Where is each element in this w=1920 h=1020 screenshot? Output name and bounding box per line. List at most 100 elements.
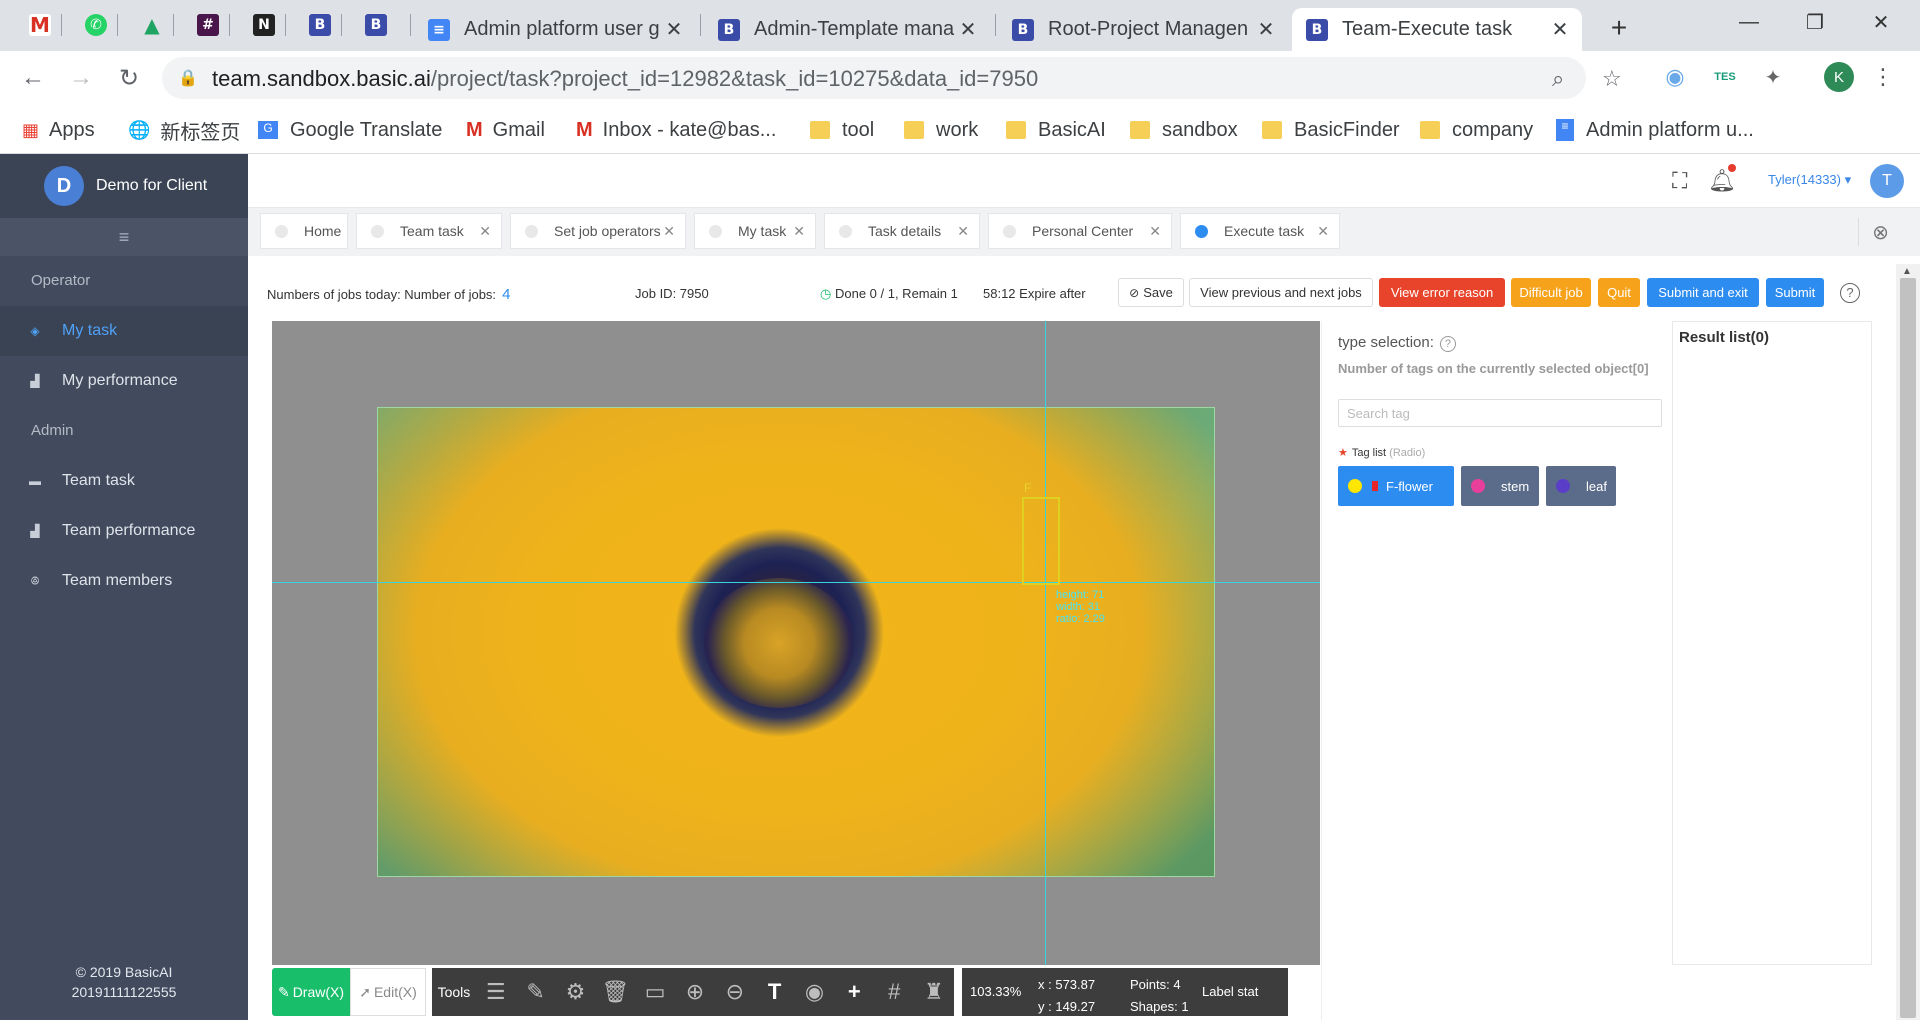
close-icon[interactable]: ✕ [956,17,980,42]
crosshair-icon[interactable]: + [834,979,874,1005]
sidebar-item-team-performance[interactable]: ▟ Team performance [0,506,248,556]
sidebar-item-team-task[interactable]: ▬ Team task [0,456,248,506]
close-icon[interactable]: ✕ [1548,17,1572,42]
help-icon[interactable]: ? [1439,336,1456,352]
tag-search-input[interactable] [1338,399,1662,427]
sidebar-item-team-members[interactable]: ꔮ Team members [0,556,248,606]
bookmark-folder-company[interactable]: company [1420,116,1533,144]
pinned-tab-gmail[interactable]: M [20,8,60,42]
pinned-tab-slack[interactable]: # [188,8,228,42]
tag-leaf[interactable]: leaf [1546,466,1616,506]
close-icon[interactable]: ✕ [1317,223,1329,240]
edit-mode-button[interactable]: ➚ Edit(X) [350,968,426,1016]
browser-tab-admin-platform[interactable]: ≡ Admin platform user g ✕ [414,8,696,51]
close-icon[interactable]: ✕ [1254,17,1278,42]
tab-execute-task[interactable]: Execute task ✕ [1180,213,1340,249]
draw-mode-button[interactable]: ✎ Draw(X) [272,968,350,1016]
bookmark-gmail[interactable]: M Gmail [466,116,545,144]
page-scrollbar[interactable]: ▲ [1896,264,1920,1020]
sliders-icon[interactable]: ☰ [476,979,516,1005]
close-icon[interactable]: ✕ [663,223,675,240]
monitor-icon[interactable]: ▭ [635,979,675,1005]
bookmark-folder-basicfinder[interactable]: BasicFinder [1262,116,1400,144]
profile-avatar[interactable]: K [1824,62,1854,92]
close-all-tabs-icon[interactable]: ⊗ [1858,218,1902,246]
bookmark-folder-sandbox[interactable]: sandbox [1130,116,1238,144]
user-menu[interactable]: Tyler(14333) ▾ [1768,172,1851,188]
pinned-tab-basicai-1[interactable]: B [300,8,340,42]
pinned-tab-whatsapp[interactable]: ✆ [76,8,116,42]
tab-set-job-operators[interactable]: Set job operators ✕ [510,213,686,249]
extension-tes-icon[interactable]: TES [1712,64,1738,90]
close-icon[interactable]: ✕ [1149,223,1161,240]
bookmark-folder-tool[interactable]: tool [810,116,874,144]
trash-icon[interactable]: 🗑︎ [595,979,635,1005]
close-icon[interactable]: ✕ [793,223,805,240]
avatar[interactable]: T [1870,164,1904,198]
pinned-tab-drive[interactable]: ▲ [132,8,172,42]
label-stat-button[interactable]: Label stat [1192,984,1258,999]
save-button[interactable]: ⊘ Save [1118,278,1184,307]
text-icon[interactable]: T [755,979,795,1005]
url-text[interactable]: team.sandbox.basic.ai/project/task?proje… [212,66,1038,92]
tab-team-task[interactable]: Team task ✕ [356,213,502,249]
help-icon[interactable]: ? [1840,283,1860,303]
tag-f-flower[interactable]: F-flower [1338,466,1454,506]
bookmark-folder-basicai[interactable]: BasicAI [1006,116,1106,144]
bookmark-new-tab[interactable]: 🌐 新标签页 [128,116,240,144]
zoom-in-icon[interactable]: ⊕ [675,979,715,1005]
brush-icon[interactable]: ♜ [914,979,954,1005]
cursor-coordinates: x : 573.87 y : 149.27 [1038,977,1096,1014]
pinned-tab-basicai-2[interactable]: B [356,8,396,42]
tab-my-task[interactable]: My task ✕ [694,213,816,249]
browser-tab-execute-task[interactable]: B Team-Execute task ✕ [1292,8,1582,51]
tab-task-details[interactable]: Task details ✕ [824,213,980,249]
view-prev-next-button[interactable]: View previous and next jobs [1189,278,1373,307]
scrollbar-thumb[interactable] [1900,278,1916,1018]
close-icon[interactable]: ✕ [479,223,491,240]
submit-button[interactable]: Submit [1766,278,1824,307]
gear-icon[interactable]: ⚙ [556,979,596,1005]
extension-circle-icon[interactable]: ◉ [1662,64,1688,90]
scroll-up-icon[interactable]: ▲ [1902,266,1912,277]
minimize-button[interactable]: — [1720,0,1778,44]
pencil-icon[interactable]: ✎ [516,979,556,1005]
grid-icon[interactable]: # [874,979,914,1005]
sidebar-item-my-performance[interactable]: ▟ My performance [0,356,248,406]
submit-and-exit-button[interactable]: Submit and exit [1647,278,1759,307]
menu-collapse-icon[interactable]: ≡ [0,218,248,256]
bookmark-google-translate[interactable]: G Google Translate [258,116,442,144]
chrome-menu-icon[interactable]: ⋮ [1870,64,1896,90]
browser-tab-admin-template[interactable]: B Admin-Template mana ✕ [704,8,990,51]
bounding-box[interactable] [1022,497,1060,585]
restore-button[interactable]: ❐ [1786,0,1844,44]
annotation-canvas[interactable]: F height: 71 width: 31 ratio: 2.29 [272,321,1320,965]
new-tab-button[interactable]: + [1590,6,1648,50]
zoom-icon[interactable]: ⌕ [1552,66,1564,92]
bookmark-folder-work[interactable]: work [904,116,978,144]
sidebar-item-my-task[interactable]: ◈ My task [0,306,248,356]
close-icon[interactable]: ✕ [662,17,686,42]
quit-button[interactable]: Quit [1598,278,1640,307]
extensions-puzzle-icon[interactable]: ✦ [1760,64,1786,90]
bookmark-apps[interactable]: ▦ Apps [22,116,95,144]
window-close-button[interactable]: ✕ [1852,0,1910,44]
bookmark-admin-platform[interactable]: ≡ Admin platform u... [1556,116,1754,144]
pinned-tab-notion[interactable]: N [244,8,284,42]
close-icon[interactable]: ✕ [957,223,969,240]
bookmark-inbox[interactable]: M Inbox - kate@bas... [576,116,776,144]
reload-icon[interactable]: ↻ [114,63,144,93]
zoom-out-icon[interactable]: ⊖ [715,979,755,1005]
bookmark-star-icon[interactable]: ☆ [1602,66,1622,92]
tab-personal-center[interactable]: Personal Center ✕ [988,213,1172,249]
tab-home[interactable]: Home [260,213,348,249]
address-bar[interactable]: 🔒 team.sandbox.basic.ai/project/task?pro… [162,57,1622,99]
fullscreen-icon[interactable]: ⛶ [1672,168,1687,194]
back-icon[interactable]: ← [18,63,48,93]
browser-tab-root-project[interactable]: B Root-Project Managen ✕ [998,8,1288,51]
eye-icon[interactable]: ◉ [795,979,835,1005]
tag-stem[interactable]: stem [1461,466,1539,506]
difficult-job-button[interactable]: Difficult job [1511,278,1591,307]
view-error-reason-button[interactable]: View error reason [1379,278,1505,307]
forward-icon[interactable]: → [66,63,96,93]
